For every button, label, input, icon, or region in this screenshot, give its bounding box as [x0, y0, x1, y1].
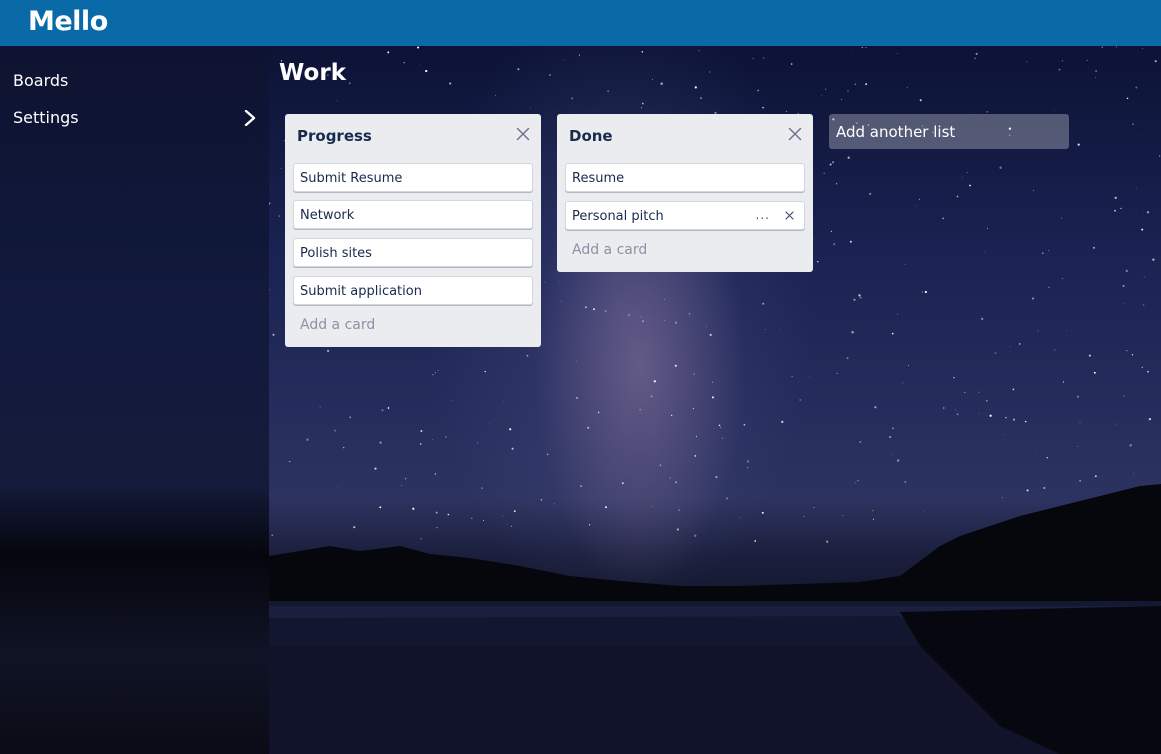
add-list-button[interactable]: Add another list [829, 114, 1069, 149]
close-icon[interactable] [785, 211, 794, 220]
card[interactable]: Submit application [293, 276, 533, 305]
add-card-label: Add a card [300, 317, 376, 333]
card-title: Network [300, 208, 355, 223]
sidebar-item-label: Settings [13, 108, 79, 127]
card[interactable]: Submit Resume [293, 163, 533, 192]
list-header: Done [557, 114, 813, 158]
top-bar: Mello [0, 0, 1161, 46]
card[interactable]: Network [293, 200, 533, 229]
sidebar-item-label: Boards [13, 71, 69, 90]
card-title: Personal pitch [572, 209, 664, 224]
card-title: Polish sites [300, 246, 372, 261]
card[interactable]: Personal pitch ... [565, 201, 805, 230]
close-icon[interactable] [788, 127, 802, 141]
card-more-button[interactable]: ... [756, 208, 770, 222]
add-card-label: Add a card [572, 242, 648, 258]
close-icon[interactable] [516, 127, 530, 141]
chevron-right-icon [244, 110, 256, 126]
list-progress: Progress Submit Resume Network Polish si… [285, 114, 541, 347]
add-card-button[interactable]: Add a card [557, 230, 813, 272]
card[interactable]: Resume [565, 163, 805, 192]
sidebar-item-boards[interactable]: Boards [0, 64, 269, 98]
sidebar: Boards Settings [0, 46, 269, 754]
card[interactable]: Polish sites [293, 238, 533, 267]
board-title: Work [279, 60, 346, 86]
app-logo[interactable]: Mello [28, 6, 108, 37]
list-title[interactable]: Progress [297, 127, 372, 145]
list-header: Progress [285, 114, 541, 158]
sidebar-item-settings[interactable]: Settings [0, 101, 269, 135]
card-title: Resume [572, 171, 625, 186]
list-done: Done Resume Personal pitch ... Add a car… [557, 114, 813, 272]
list-title[interactable]: Done [569, 127, 613, 145]
add-list-label: Add another list [836, 123, 956, 141]
add-card-button[interactable]: Add a card [285, 305, 541, 347]
card-title: Submit Resume [300, 171, 403, 186]
card-title: Submit application [300, 284, 422, 299]
